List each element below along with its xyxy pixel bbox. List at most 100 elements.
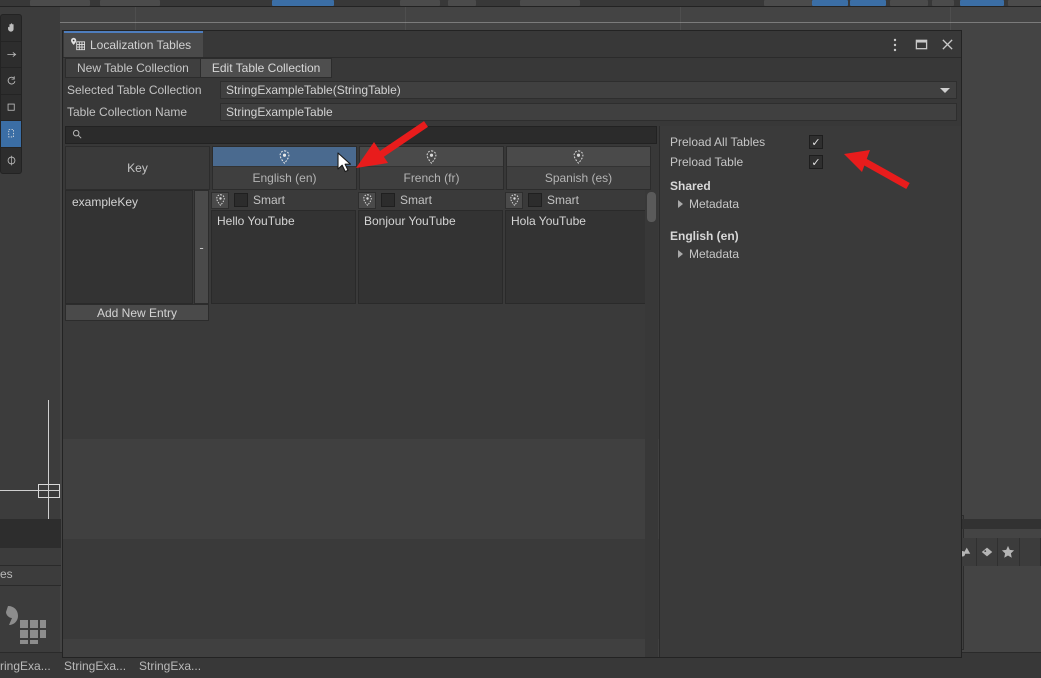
column-header-english-label: English (en) — [252, 171, 317, 185]
window-controls — [887, 31, 955, 58]
locale-pin-icon[interactable] — [213, 147, 356, 167]
window-menu-icon[interactable] — [887, 37, 903, 53]
tab-new-table-collection[interactable]: New Table Collection — [65, 58, 201, 78]
smart-label: Smart — [400, 193, 433, 207]
column-header-key[interactable]: Key — [65, 146, 210, 190]
preload-all-tables-row: Preload All Tables ✓ — [670, 132, 953, 152]
selected-table-collection-label: Selected Table Collection — [67, 83, 202, 97]
search-bar[interactable] — [65, 126, 657, 144]
smart-label: Smart — [547, 193, 580, 207]
toolbar-chip — [1008, 0, 1041, 6]
table-collection-name-row: Table Collection Name StringExampleTable — [63, 102, 961, 122]
selected-table-collection-value: StringExampleTable(StringTable) — [226, 83, 401, 97]
smart-checkbox-french[interactable] — [381, 193, 395, 207]
editor-toolbar — [0, 0, 1041, 7]
locale-pin-icon[interactable] — [507, 147, 650, 167]
column-header-spanish[interactable]: Spanish (es) — [506, 146, 651, 190]
add-new-entry-button[interactable]: Add New Entry — [65, 304, 209, 321]
toolbar-chip — [520, 0, 580, 6]
tab-label: Edit Table Collection — [211, 61, 321, 75]
localization-table-asset-icon — [4, 600, 50, 646]
hand-icon[interactable] — [1, 15, 21, 42]
toolbar-chip-active — [272, 0, 334, 6]
selected-table-collection-row: Selected Table Collection StringExampleT… — [63, 80, 961, 100]
rect-icon[interactable] — [1, 121, 21, 148]
table-collection-tabs: New Table Collection Edit Table Collecti… — [63, 58, 961, 78]
row-value-english: Smart Hello YouTube — [211, 190, 356, 304]
table-row: exampleKey - Smart Hello YouTube Smart B… — [65, 190, 659, 304]
column-header-french[interactable]: French (fr) — [359, 146, 504, 190]
taskbar-item[interactable]: StringExa... — [64, 659, 126, 673]
tab-edit-table-collection[interactable]: Edit Table Collection — [199, 58, 333, 78]
toolbar-chip — [764, 0, 812, 6]
selected-table-collection-dropdown[interactable]: StringExampleTable(StringTable) — [220, 81, 957, 99]
english-metadata-row[interactable]: Metadata — [670, 247, 953, 261]
row-value-english-input[interactable]: Hello YouTube — [211, 210, 356, 304]
maximize-icon[interactable] — [913, 37, 929, 53]
table-pane: Key English (en) French (fr) Spanish (es… — [63, 126, 660, 657]
locale-pin-icon[interactable] — [358, 191, 376, 209]
preload-all-tables-label: Preload All Tables — [670, 135, 766, 149]
more-icon[interactable] — [1019, 538, 1041, 566]
transform-icon[interactable] — [1, 148, 21, 174]
row-value-english-toolbar: Smart — [211, 190, 356, 210]
taskbar-item[interactable]: StringExa... — [139, 659, 201, 673]
table-collection-name-value: StringExampleTable — [226, 105, 333, 119]
tag-icon[interactable] — [976, 538, 998, 566]
toolbar-chip-active — [850, 0, 886, 6]
scrollbar-thumb[interactable] — [647, 192, 656, 222]
chevron-right-icon[interactable] — [678, 200, 683, 208]
locale-pin-icon[interactable] — [505, 191, 523, 209]
toolbar-chip — [30, 0, 90, 6]
smart-checkbox-spanish[interactable] — [528, 193, 542, 207]
close-icon[interactable] — [939, 37, 955, 53]
section-title-shared: Shared — [670, 179, 711, 193]
scale-icon[interactable] — [1, 95, 21, 121]
toolbar-chip — [890, 0, 928, 6]
remove-entry-button[interactable]: - — [194, 190, 209, 304]
localization-table-icon — [71, 37, 85, 54]
column-header-english[interactable]: English (en) — [212, 146, 357, 190]
row-value-french-input[interactable]: Bonjour YouTube — [358, 210, 503, 304]
table-collection-name-label: Table Collection Name — [67, 105, 188, 119]
rotate-icon[interactable] — [1, 68, 21, 95]
star-icon[interactable] — [998, 538, 1020, 566]
search-input[interactable] — [87, 128, 650, 142]
chevron-right-icon[interactable] — [678, 250, 683, 258]
background-strip — [960, 519, 1041, 529]
english-metadata-label: Metadata — [689, 247, 740, 261]
move-icon[interactable] — [1, 42, 21, 68]
table-collection-name-input[interactable]: StringExampleTable — [220, 103, 957, 121]
locale-pin-icon[interactable] — [360, 147, 503, 167]
window-body: Key English (en) French (fr) Spanish (es… — [63, 126, 961, 657]
window-tab[interactable]: Localization Tables — [64, 31, 204, 57]
toolbar-chip — [932, 0, 954, 6]
background-status-icons — [955, 538, 1041, 566]
preload-all-tables-checkbox[interactable]: ✓ — [809, 135, 823, 149]
locale-pin-icon[interactable] — [211, 191, 229, 209]
column-header-spanish-label: Spanish (es) — [544, 171, 613, 185]
shared-metadata-label: Metadata — [689, 197, 740, 211]
localization-tables-window: Localization Tables New Table Collection… — [62, 30, 962, 658]
row-value-spanish-toolbar: Smart — [505, 190, 650, 210]
row-key-cell[interactable]: exampleKey — [65, 190, 193, 304]
search-icon — [72, 128, 82, 142]
row-value-spanish-input[interactable]: Hola YouTube — [505, 210, 650, 304]
table-rows-area: exampleKey - Smart Hello YouTube Smart B… — [63, 190, 659, 657]
column-header-key-label: Key — [127, 161, 148, 175]
row-value-french-toolbar: Smart — [358, 190, 503, 210]
table-vertical-scrollbar[interactable] — [645, 190, 658, 657]
scene-tools-palette[interactable] — [0, 14, 22, 174]
shared-metadata-row[interactable]: Metadata — [670, 197, 953, 211]
taskbar-item[interactable]: ringExa... — [0, 659, 51, 673]
preload-table-row: Preload Table ✓ — [670, 152, 953, 172]
toolbar-chip-active — [812, 0, 848, 6]
row-value-french: Smart Bonjour YouTube — [358, 190, 503, 304]
window-titlebar: Localization Tables — [63, 31, 961, 58]
canvas-rect-gizmo — [38, 484, 60, 498]
preload-table-label: Preload Table — [670, 155, 744, 169]
tab-label: New Table Collection — [77, 61, 189, 75]
smart-checkbox-english[interactable] — [234, 193, 248, 207]
preload-table-checkbox[interactable]: ✓ — [809, 155, 823, 169]
background-panel-row — [0, 519, 61, 548]
